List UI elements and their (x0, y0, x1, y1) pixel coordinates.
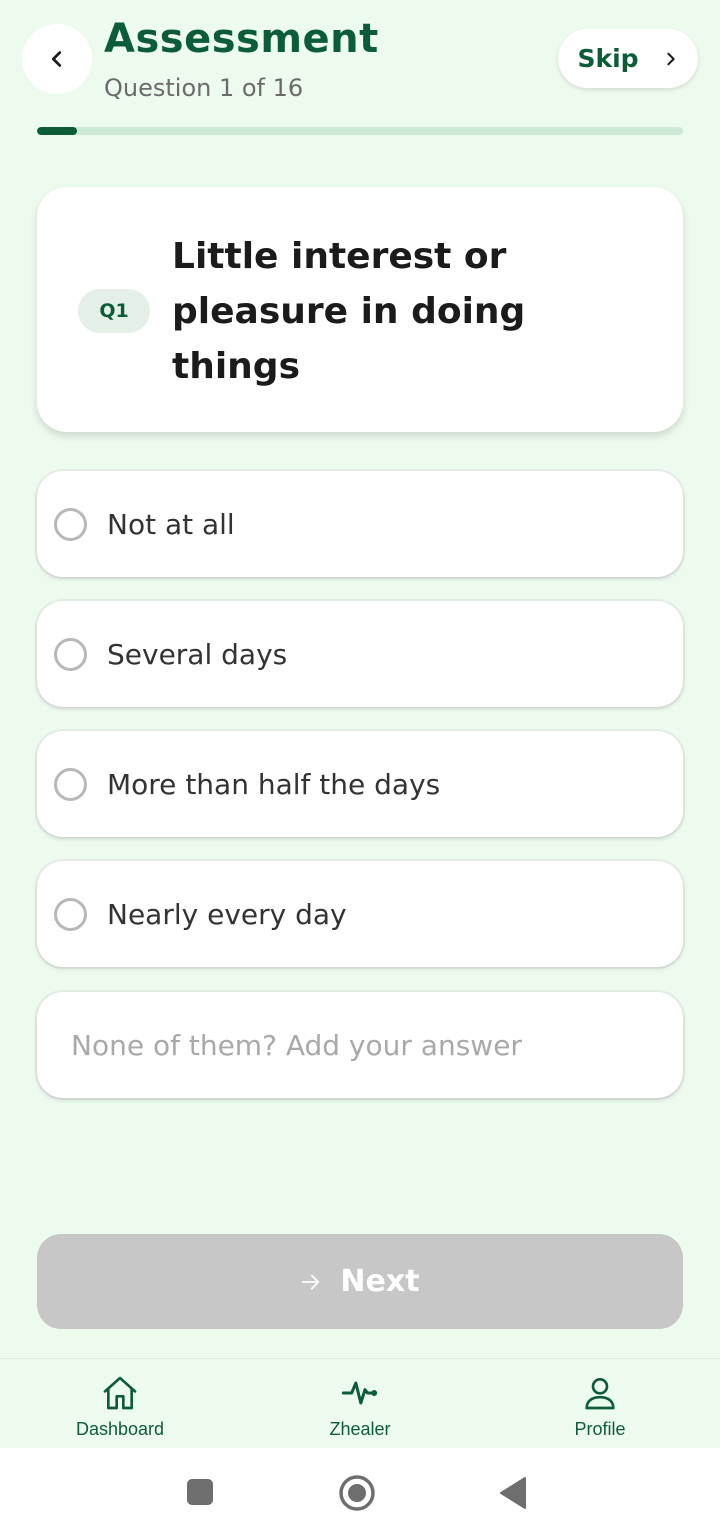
question-counter: Question 1 of 16 (104, 74, 304, 102)
option-label: More than half the days (107, 767, 441, 801)
skip-button[interactable]: Skip (558, 29, 698, 88)
page-title: Assessment (104, 16, 379, 62)
recents-icon[interactable] (186, 1478, 214, 1506)
bottom-nav: Dashboard Zhealer Profile (0, 1358, 720, 1449)
back-triangle-icon[interactable] (499, 1476, 527, 1510)
back-button[interactable] (22, 24, 92, 94)
question-card: Q1 Little interest or pleasure in doing … (37, 187, 683, 432)
system-nav-bar (0, 1448, 720, 1535)
progress-fill (37, 127, 78, 135)
next-button[interactable]: Next (37, 1234, 683, 1329)
option-label: Several days (107, 637, 288, 671)
arrow-right-icon (302, 1274, 320, 1289)
person-icon (585, 1378, 615, 1410)
option-nearly-every-day[interactable]: Nearly every day (37, 861, 683, 967)
option-not-at-all[interactable]: Not at all (37, 471, 683, 577)
nav-item-profile[interactable]: Profile (520, 1373, 680, 1447)
radio-button[interactable] (54, 507, 87, 541)
radio-button[interactable] (54, 767, 87, 801)
skip-label: Skip (577, 44, 639, 73)
nav-item-zhealer[interactable]: Zhealer (280, 1373, 440, 1447)
question-text: Little interest or pleasure in doing thi… (172, 236, 526, 387)
nav-label: Profile (574, 1419, 626, 1439)
nav-label: Dashboard (75, 1419, 165, 1439)
chevron-left-icon (51, 51, 62, 67)
option-label: Nearly every day (107, 897, 347, 931)
activity-icon (341, 1381, 378, 1405)
option-label: Not at all (107, 507, 235, 541)
radio-button[interactable] (54, 897, 87, 931)
next-label: Next (340, 1264, 420, 1299)
option-more-than-half[interactable]: More than half the days (37, 731, 683, 837)
home-icon (103, 1376, 137, 1410)
option-several-days[interactable]: Several days (37, 601, 683, 707)
nav-label: Zhealer (329, 1419, 391, 1439)
nav-item-dashboard[interactable]: Dashboard (40, 1373, 200, 1447)
question-badge: Q1 (78, 289, 150, 333)
custom-answer-input[interactable] (69, 1027, 663, 1063)
radio-button[interactable] (54, 637, 87, 671)
progress-bar (37, 127, 683, 135)
home-circle-icon[interactable] (337, 1473, 377, 1513)
custom-answer-container (37, 992, 683, 1098)
chevron-right-icon (666, 52, 675, 65)
